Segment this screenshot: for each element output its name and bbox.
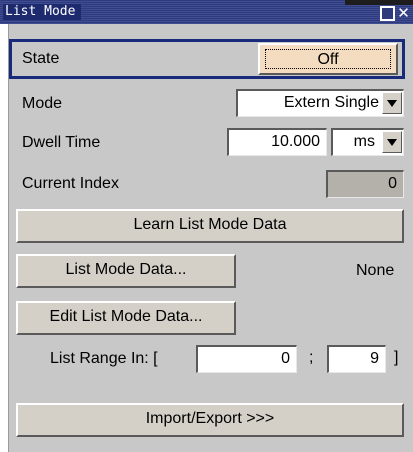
chevron-down-icon[interactable] [382, 92, 402, 114]
list-range-close: ] [394, 349, 399, 366]
dwell-time-unit: ms [353, 133, 375, 150]
maximize-icon[interactable] [380, 6, 395, 21]
state-toggle-button[interactable]: Off [258, 43, 398, 75]
mode-label: Mode [22, 95, 63, 112]
window-title: List Mode [3, 4, 82, 20]
close-icon[interactable]: ✕ [396, 6, 411, 21]
list-mode-window: List Mode ✕ State Off Mode Extern Single… [0, 0, 413, 452]
mode-value: Extern Single [283, 94, 379, 111]
state-value: Off [265, 49, 391, 69]
current-index-label: Current Index [22, 175, 119, 192]
list-range-start-input[interactable]: 0 [196, 345, 297, 373]
dwell-time-label: Dwell Time [22, 134, 101, 151]
list-mode-data-value: None [356, 262, 395, 279]
mode-select[interactable]: Extern Single [236, 89, 404, 117]
dwell-time-unit-select[interactable]: ms [331, 128, 404, 156]
state-label: State [22, 50, 60, 67]
learn-list-mode-data-button[interactable]: Learn List Mode Data [16, 209, 404, 243]
chevron-down-icon[interactable] [382, 131, 402, 153]
edit-list-mode-data-button[interactable]: Edit List Mode Data... [16, 301, 236, 335]
title-bar[interactable]: List Mode ✕ [0, 0, 413, 24]
list-range-label: List Range In: [ [50, 350, 158, 367]
dwell-time-input[interactable]: 10.000 [227, 128, 327, 156]
list-range-end-input[interactable]: 9 [327, 345, 386, 373]
import-export-button[interactable]: Import/Export >>> [16, 403, 404, 437]
current-index-value: 0 [326, 170, 404, 198]
list-range-separator: ; [309, 349, 314, 366]
list-mode-data-button[interactable]: List Mode Data... [16, 254, 236, 288]
